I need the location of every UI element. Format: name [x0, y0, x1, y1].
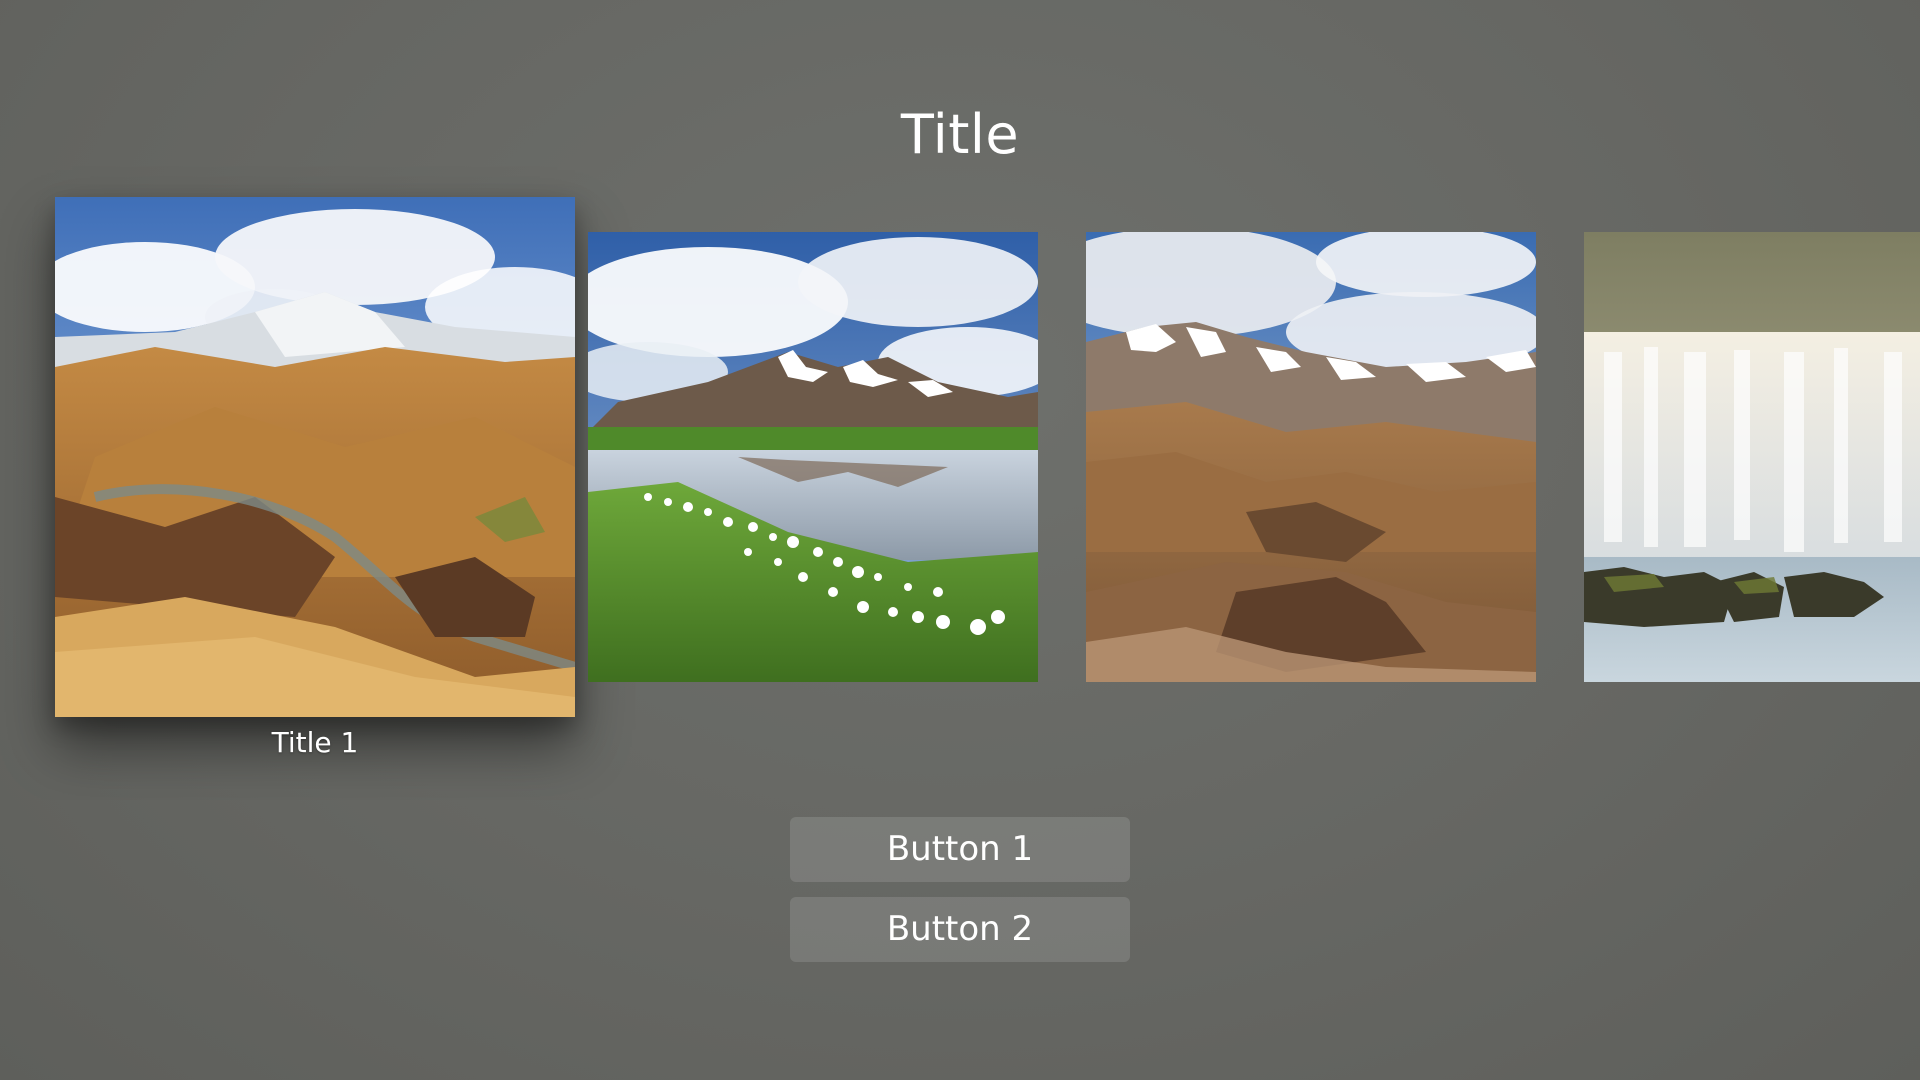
shelf-item-2-image [588, 232, 1038, 682]
shelf-item-1-title: Title 1 [271, 726, 359, 759]
shelf-item-3[interactable] [1086, 232, 1536, 682]
shelf-item-4[interactable] [1584, 232, 1920, 682]
button-2[interactable]: Button 2 [790, 897, 1130, 962]
shelf-item-1-image [55, 197, 575, 717]
image-shelf: Title 1 [0, 0, 1920, 800]
shelf-item-4-image [1584, 232, 1920, 682]
shelf-item-1[interactable]: Title 1 [55, 197, 575, 759]
shelf-item-2[interactable] [588, 232, 1038, 682]
button-1[interactable]: Button 1 [790, 817, 1130, 882]
shelf-item-3-image [1086, 232, 1536, 682]
